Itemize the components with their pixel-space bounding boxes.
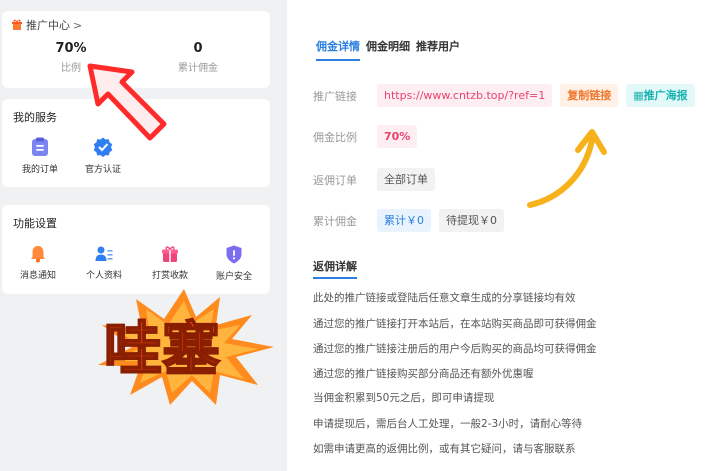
promo-link-url[interactable]: https://www.cntzb.top/?ref=1 (377, 84, 553, 107)
commission-ratio-field-label: 佣金比例 (313, 130, 357, 144)
notifications-label: 消息通知 (19, 271, 56, 281)
tab-commission-records[interactable]: 佣金明细 (366, 38, 410, 54)
rebate-details-title: 返佣详解 (313, 260, 357, 279)
shield-icon (226, 245, 242, 264)
tab-referred-users[interactable]: 推荐用户 (416, 38, 460, 54)
promo-poster-label: 推广海报 (643, 89, 688, 102)
accumulated-commission-badge: 累计￥0 (377, 209, 431, 232)
gift-icon (162, 246, 178, 262)
bell-icon (31, 246, 45, 263)
official-cert-label: 官方认证 (84, 165, 121, 175)
commission-tabs: 佣金详情 佣金明细 推荐用户 (316, 38, 466, 61)
promo-poster-button[interactable]: ▦推广海报 (626, 84, 695, 107)
chevron-right-icon: > (73, 18, 83, 32)
my-orders-item[interactable]: 我的订单 (10, 137, 70, 175)
commission-ratio-row: 佣金比例 70% (313, 125, 425, 148)
rebate-orders-label: 返佣订单 (313, 173, 357, 187)
tips-label: 打赏收款 (151, 271, 188, 281)
promo-center-header[interactable]: 推广中心 > (11, 17, 82, 33)
rebate-detail-line: 通过您的推广链接购买部分商品还有额外优惠喔 (313, 368, 534, 380)
feature-settings-card: 功能设置 消息通知 个人资料 打赏收款 账户安全 (2, 205, 270, 294)
promo-center-icon (12, 19, 22, 30)
profile-item[interactable]: 个人资料 (74, 245, 134, 281)
tab-commission-details[interactable]: 佣金详情 (316, 38, 360, 61)
my-services-title: 我的服务 (13, 111, 57, 124)
promo-center-title: 推广中心 (26, 19, 70, 32)
order-icon (32, 137, 48, 156)
right-panel: 佣金详情 佣金明细 推荐用户 推广链接 https://www.cntzb.to… (287, 0, 715, 471)
account-security-label: 账户安全 (215, 272, 252, 282)
profile-icon (95, 246, 113, 261)
qrcode-icon: ▦ (633, 89, 644, 102)
wow-sticker: 哇塞 (98, 289, 274, 405)
total-commission-field-label: 累计佣金 (313, 214, 357, 228)
red-arrow-annotation (87, 63, 167, 141)
commission-ratio-field-value: 70% (377, 125, 418, 148)
profile-label: 个人资料 (85, 271, 122, 281)
rebate-detail-line: 通过您的推广链接注册后的用户今后购买的商品均可获得佣金 (313, 343, 597, 355)
copy-link-button[interactable]: 复制链接 (560, 84, 619, 107)
feature-settings-title: 功能设置 (13, 217, 57, 230)
rebate-detail-line: 申请提现后，需后台人工处理，一般2-3小时，请耐心等待 (313, 418, 583, 430)
rebate-detail-line: 此处的推广链接或登陆后任意文章生成的分享链接均有效 (313, 292, 576, 304)
promo-link-label: 推广链接 (313, 89, 357, 103)
total-commission-value: 0 (193, 41, 203, 56)
left-panel: 推广中心 > 70% 比例 0 累计佣金 我的服务 我的订单 官方认证 功能设置… (0, 0, 287, 471)
tips-item[interactable]: 打赏收款 (140, 245, 200, 281)
rebate-detail-line: 如需申请更高的返佣比例，或有其它疑问，请与客服联系 (313, 443, 576, 455)
wow-sticker-text: 哇塞 (104, 315, 220, 383)
pending-withdrawal-badge: 待提现￥0 (439, 209, 504, 232)
rebate-orders-row: 返佣订单 全部订单 (313, 168, 443, 191)
notifications-item[interactable]: 消息通知 (8, 245, 68, 281)
rebate-detail-line: 当佣金积累到50元之后，即可申请提现 (313, 392, 495, 404)
promo-link-row: 推广链接 https://www.cntzb.top/?ref=1 复制链接 ▦… (313, 84, 703, 107)
all-orders-button[interactable]: 全部订单 (377, 168, 435, 191)
my-orders-label: 我的订单 (21, 165, 58, 175)
rebate-detail-line: 通过您的推广链接打开本站后，在本站购买商品即可获得佣金 (313, 318, 597, 330)
commission-ratio-value: 70% (55, 41, 87, 56)
total-commission-row: 累计佣金 累计￥0 待提现￥0 (313, 209, 512, 232)
yellow-arrow-annotation (527, 129, 607, 208)
account-security-item[interactable]: 账户安全 (204, 245, 264, 282)
